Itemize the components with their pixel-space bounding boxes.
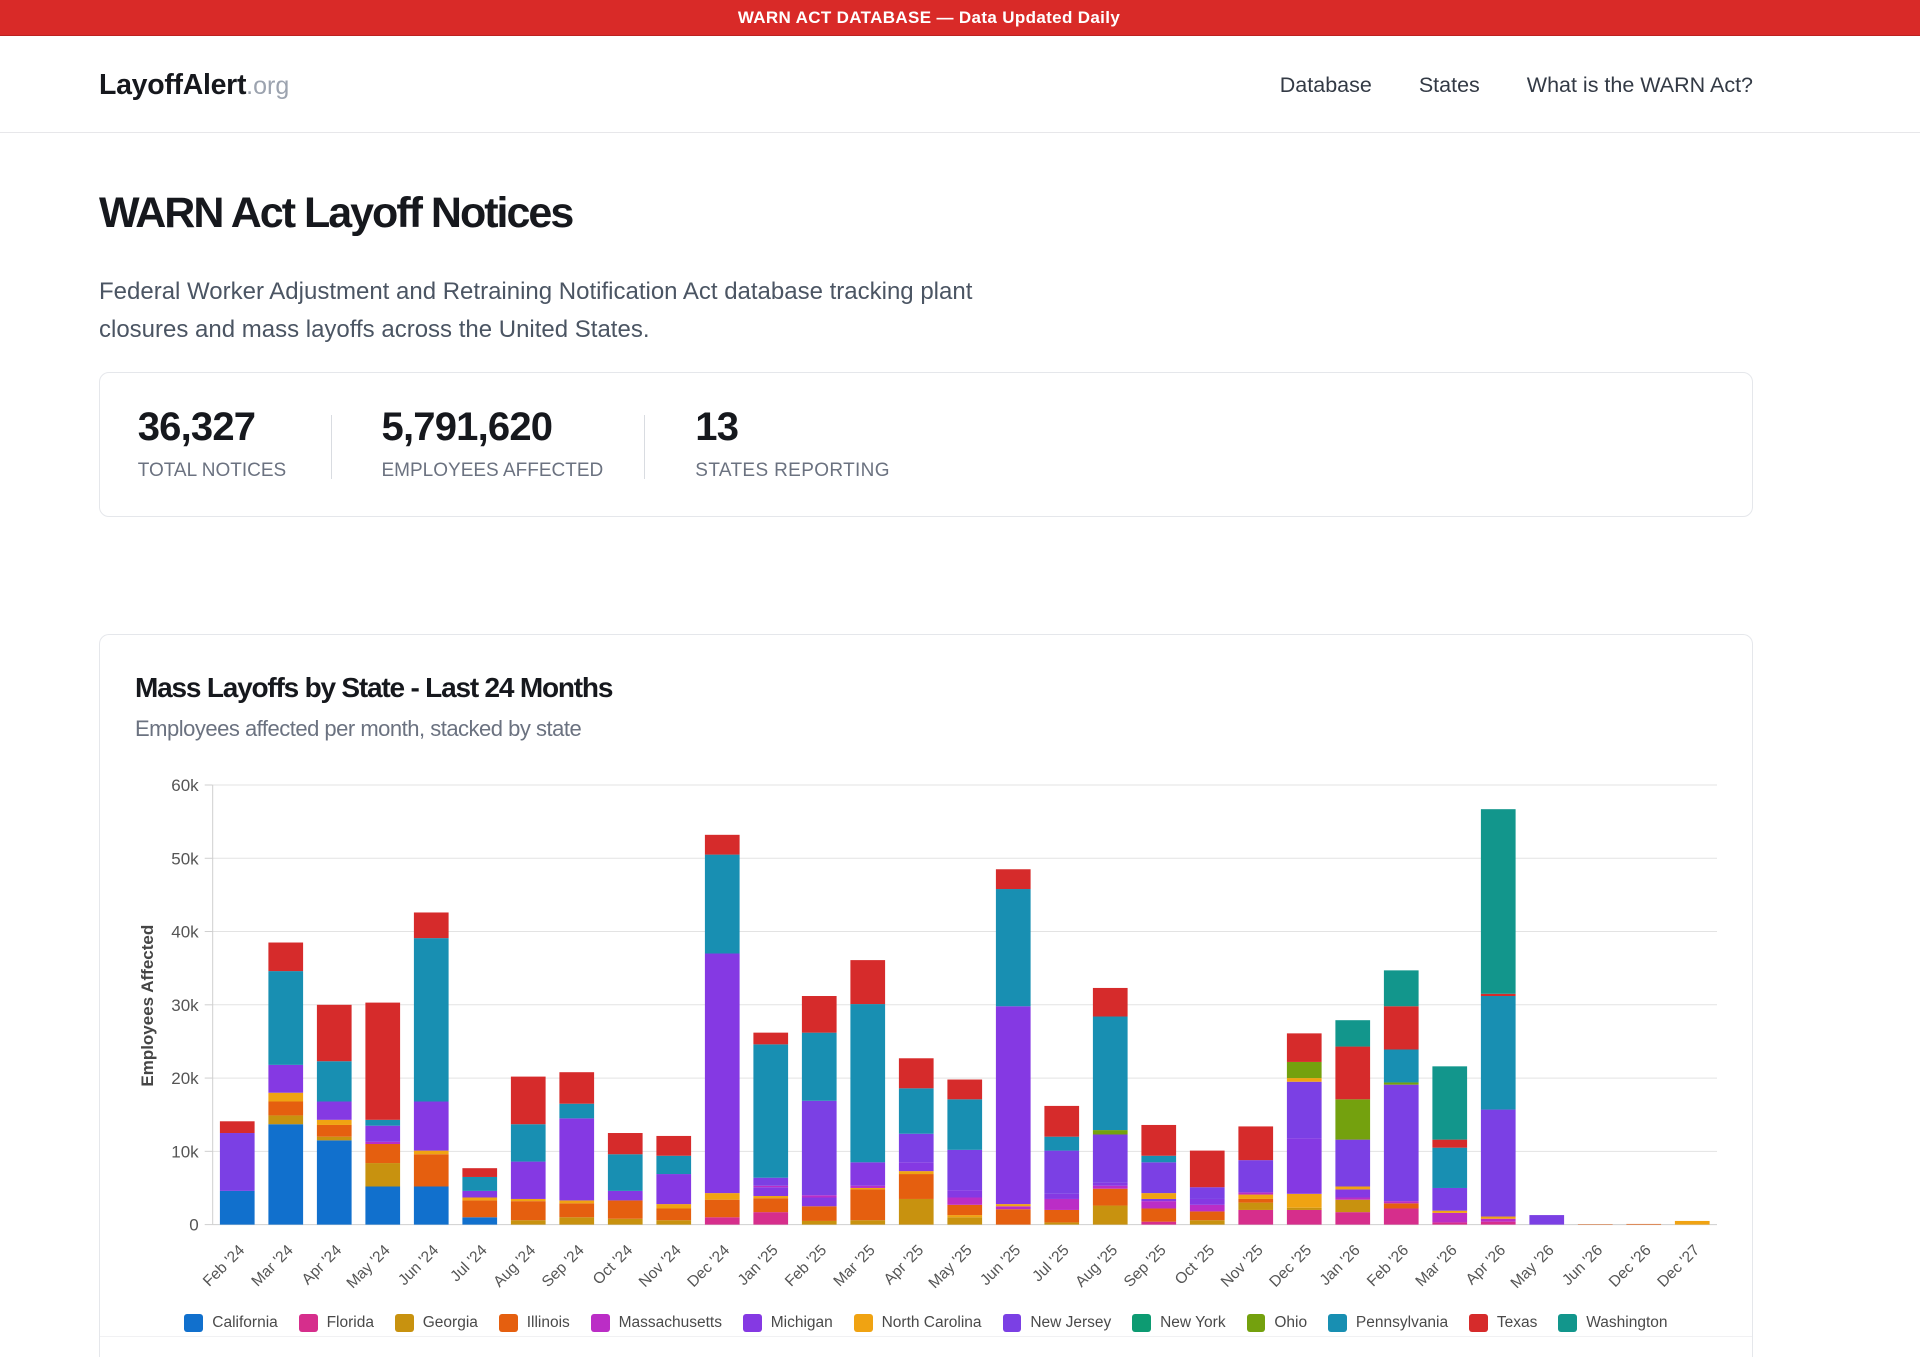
svg-text:Feb '26: Feb '26 xyxy=(1364,1242,1412,1290)
svg-text:30k: 30k xyxy=(171,996,199,1015)
svg-text:Feb '25: Feb '25 xyxy=(782,1242,830,1290)
svg-text:Feb '24: Feb '24 xyxy=(200,1242,249,1291)
svg-text:Sep '25: Sep '25 xyxy=(1121,1242,1170,1291)
svg-text:Mar '24: Mar '24 xyxy=(248,1242,296,1290)
svg-text:Dec '26: Dec '26 xyxy=(1606,1242,1655,1291)
svg-text:Sep '24: Sep '24 xyxy=(539,1242,588,1291)
svg-text:Dec '25: Dec '25 xyxy=(1266,1242,1315,1291)
svg-text:10k: 10k xyxy=(171,1142,199,1161)
svg-text:Apr '24: Apr '24 xyxy=(299,1242,346,1289)
svg-text:Nov '25: Nov '25 xyxy=(1218,1242,1267,1291)
svg-text:Apr '26: Apr '26 xyxy=(1463,1242,1509,1288)
svg-text:Jun '26: Jun '26 xyxy=(1559,1242,1606,1289)
svg-text:May '24: May '24 xyxy=(344,1242,394,1292)
svg-text:50k: 50k xyxy=(171,849,199,868)
svg-text:Aug '25: Aug '25 xyxy=(1072,1242,1121,1291)
svg-text:20k: 20k xyxy=(171,1069,199,1088)
svg-text:Mar '26: Mar '26 xyxy=(1412,1242,1460,1290)
svg-text:Aug '24: Aug '24 xyxy=(490,1242,539,1291)
svg-text:Jan '25: Jan '25 xyxy=(735,1242,782,1289)
svg-text:Apr '25: Apr '25 xyxy=(881,1242,927,1288)
svg-text:Dec '24: Dec '24 xyxy=(684,1242,733,1291)
svg-text:Oct '24: Oct '24 xyxy=(590,1242,637,1289)
svg-text:Jul '24: Jul '24 xyxy=(447,1242,491,1286)
svg-text:Jul '25: Jul '25 xyxy=(1029,1242,1072,1285)
svg-text:Jun '25: Jun '25 xyxy=(977,1242,1024,1289)
svg-text:Employees Affected: Employees Affected xyxy=(138,925,157,1087)
svg-text:0: 0 xyxy=(189,1216,198,1235)
svg-text:Mar '25: Mar '25 xyxy=(830,1242,878,1290)
svg-text:Dec '27: Dec '27 xyxy=(1654,1242,1703,1291)
svg-text:Jun '24: Jun '24 xyxy=(395,1242,442,1289)
svg-text:60k: 60k xyxy=(171,776,199,795)
svg-text:May '25: May '25 xyxy=(926,1242,976,1292)
svg-text:40k: 40k xyxy=(171,923,199,942)
svg-text:Nov '24: Nov '24 xyxy=(636,1242,685,1291)
svg-text:Jan '26: Jan '26 xyxy=(1317,1242,1364,1289)
svg-text:Oct '25: Oct '25 xyxy=(1172,1242,1218,1288)
svg-text:May '26: May '26 xyxy=(1508,1242,1558,1292)
